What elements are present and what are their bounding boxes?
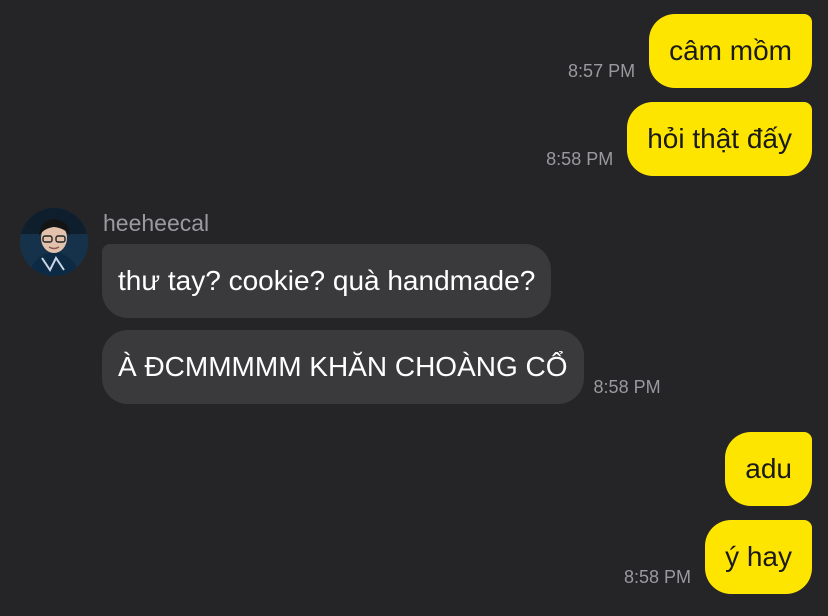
their-message-bubble[interactable]: À ĐCMMMMM KHĂN CHOÀNG CỔ xyxy=(102,330,584,404)
my-message-bubble[interactable]: adu xyxy=(725,432,812,506)
message-row: thư tay? cookie? quà handmade? xyxy=(102,244,552,318)
their-message-bubble[interactable]: thư tay? cookie? quà handmade? xyxy=(102,244,552,318)
my-message-bubble[interactable]: câm mồm xyxy=(649,14,812,88)
message-text: ý hay xyxy=(725,541,792,572)
timestamp: 8:57 PM xyxy=(568,61,636,81)
sender-name: heeheecal xyxy=(103,210,210,236)
message-row: adu xyxy=(725,432,812,506)
message-row: 8:58 PM hỏi thật đấy xyxy=(532,102,812,176)
profile-photo xyxy=(20,208,88,276)
timestamp: 8:58 PM xyxy=(624,567,692,587)
avatar[interactable] xyxy=(20,208,88,276)
message-text: câm mồm xyxy=(669,35,792,66)
timestamp: 8:58 PM xyxy=(593,377,661,397)
timestamp: 8:58 PM xyxy=(546,149,614,169)
message-row: 8:57 PM câm mồm xyxy=(554,14,812,88)
message-row: 8:58 PM ý hay xyxy=(610,520,812,594)
message-row: À ĐCMMMMM KHĂN CHOÀNG CỔ 8:58 PM xyxy=(102,330,661,404)
my-message-bubble[interactable]: hỏi thật đấy xyxy=(627,102,812,176)
message-text: hỏi thật đấy xyxy=(647,123,792,154)
my-message-bubble[interactable]: ý hay xyxy=(705,520,812,594)
message-text: À ĐCMMMMM KHĂN CHOÀNG CỔ xyxy=(118,351,568,382)
message-text: adu xyxy=(745,453,792,484)
message-text: thư tay? cookie? quà handmade? xyxy=(118,265,536,296)
